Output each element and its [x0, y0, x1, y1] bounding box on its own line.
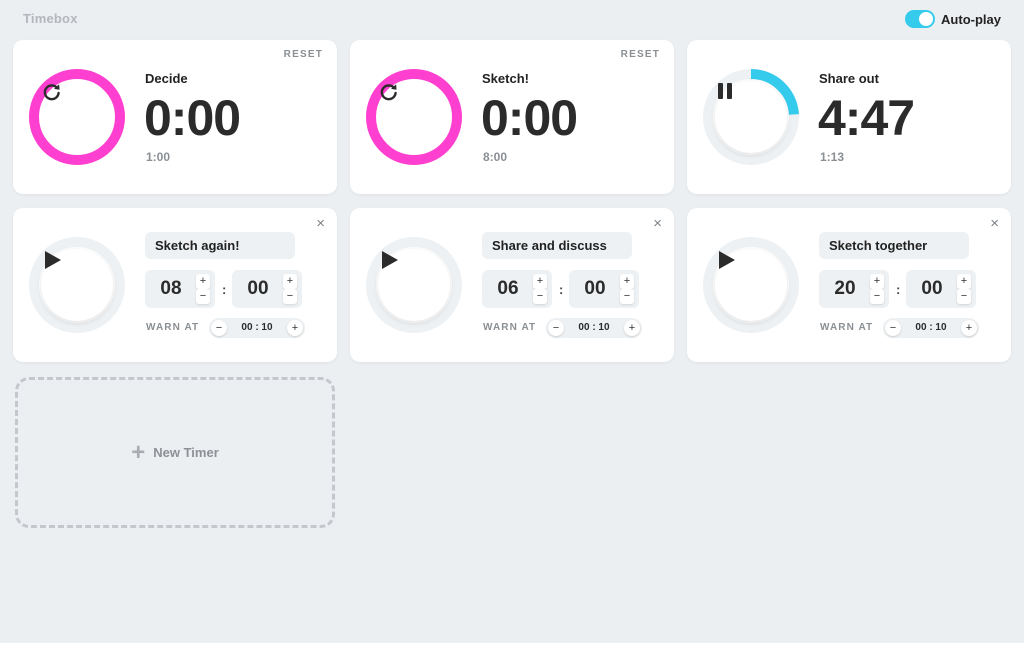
timer-name-input[interactable]: Sketch together — [819, 232, 969, 259]
close-button[interactable]: × — [316, 216, 325, 231]
seconds-minus-button[interactable]: − — [283, 289, 297, 304]
play-icon — [719, 251, 735, 269]
restart-button[interactable] — [41, 81, 113, 153]
seconds-stepper: 00 + − — [232, 270, 302, 308]
progress-ring — [28, 236, 126, 334]
seconds-value[interactable]: 00 — [569, 270, 621, 308]
seconds-value[interactable]: 00 — [906, 270, 958, 308]
timer-card-decide: RESET Decide 0:00 1:00 — [13, 40, 337, 194]
new-timer-button[interactable]: + New Timer — [15, 377, 335, 528]
minutes-stepper: 08 + − — [145, 270, 215, 308]
new-timer-label: New Timer — [153, 445, 219, 460]
minutes-plus-button[interactable]: + — [870, 274, 884, 289]
time-total: 8:00 — [483, 150, 508, 164]
seconds-minus-button[interactable]: − — [620, 289, 634, 304]
play-button[interactable] — [715, 249, 787, 321]
warn-minus-button[interactable]: − — [885, 320, 901, 336]
warn-plus-button[interactable]: + — [624, 320, 640, 336]
toggle-knob — [919, 12, 934, 26]
progress-ring — [28, 68, 126, 166]
restart-icon — [43, 84, 60, 101]
seconds-minus-button[interactable]: − — [957, 289, 971, 304]
warn-plus-button[interactable]: + — [287, 320, 303, 336]
warn-at-control: − 00 : 10 + — [209, 318, 305, 338]
minutes-minus-button[interactable]: − — [870, 289, 884, 304]
minutes-value[interactable]: 06 — [482, 270, 534, 308]
warn-at-label: WARN AT — [146, 322, 200, 333]
play-button[interactable] — [378, 249, 450, 321]
close-button[interactable]: × — [990, 216, 999, 231]
timer-card-share-and-discuss: × Share and discuss 06 + − : 00 + − WARN… — [350, 208, 674, 362]
play-icon — [382, 251, 398, 269]
time-elapsed: 1:13 — [820, 150, 845, 164]
restart-icon — [380, 84, 397, 101]
time-separator: : — [559, 282, 564, 297]
seconds-stepper: 00 + − — [906, 270, 976, 308]
timer-name: Decide — [145, 71, 188, 86]
seconds-value[interactable]: 00 — [232, 270, 284, 308]
timer-name-input[interactable]: Share and discuss — [482, 232, 632, 259]
pause-icon — [718, 83, 732, 99]
pause-button[interactable] — [715, 81, 787, 153]
reset-button[interactable]: RESET — [621, 49, 660, 60]
warn-minus-button[interactable]: − — [548, 320, 564, 336]
warn-at-control: − 00 : 10 + — [883, 318, 979, 338]
autoplay-toggle[interactable]: Auto-play — [905, 10, 1001, 28]
minutes-stepper: 20 + − — [819, 270, 889, 308]
reset-button[interactable]: RESET — [284, 49, 323, 60]
progress-ring — [702, 236, 800, 334]
time-remaining: 0:00 — [481, 90, 578, 146]
time-remaining: 0:00 — [144, 90, 241, 146]
warn-value[interactable]: 00 : 10 — [229, 318, 285, 338]
warn-at-control: − 00 : 10 + — [546, 318, 642, 338]
time-remaining: 4:47 — [818, 90, 915, 146]
minutes-minus-button[interactable]: − — [533, 289, 547, 304]
minutes-value[interactable]: 08 — [145, 270, 197, 308]
close-button[interactable]: × — [653, 216, 662, 231]
timer-card-share-out: Share out 4:47 1:13 — [687, 40, 1011, 194]
restart-button[interactable] — [378, 81, 450, 153]
progress-ring — [702, 68, 800, 166]
warn-plus-button[interactable]: + — [961, 320, 977, 336]
warn-at-label: WARN AT — [483, 322, 537, 333]
seconds-stepper: 00 + − — [569, 270, 639, 308]
minutes-plus-button[interactable]: + — [196, 274, 210, 289]
time-total: 1:00 — [146, 150, 171, 164]
warn-value[interactable]: 00 : 10 — [903, 318, 959, 338]
time-separator: : — [222, 282, 227, 297]
progress-ring — [365, 68, 463, 166]
minutes-value[interactable]: 20 — [819, 270, 871, 308]
timer-name-input[interactable]: Sketch again! — [145, 232, 295, 259]
play-icon — [45, 251, 61, 269]
minutes-stepper: 06 + − — [482, 270, 552, 308]
minutes-plus-button[interactable]: + — [533, 274, 547, 289]
plus-icon: + — [131, 438, 146, 466]
timer-name: Sketch! — [482, 71, 529, 86]
time-separator: : — [896, 282, 901, 297]
timer-card-sketch: RESET Sketch! 0:00 8:00 — [350, 40, 674, 194]
warn-at-label: WARN AT — [820, 322, 874, 333]
warn-value[interactable]: 00 : 10 — [566, 318, 622, 338]
autoplay-label: Auto-play — [941, 11, 1001, 27]
toggle-switch[interactable] — [905, 10, 936, 28]
timer-card-sketch-together: × Sketch together 20 + − : 00 + − WARN A… — [687, 208, 1011, 362]
seconds-plus-button[interactable]: + — [283, 274, 297, 289]
app-title: Timebox — [23, 11, 78, 26]
seconds-plus-button[interactable]: + — [620, 274, 634, 289]
play-button[interactable] — [41, 249, 113, 321]
seconds-plus-button[interactable]: + — [957, 274, 971, 289]
timer-name: Share out — [819, 71, 879, 86]
timer-card-sketch-again: × Sketch again! 08 + − : 00 + − WARN AT … — [13, 208, 337, 362]
warn-minus-button[interactable]: − — [211, 320, 227, 336]
progress-ring — [365, 236, 463, 334]
minutes-minus-button[interactable]: − — [196, 289, 210, 304]
